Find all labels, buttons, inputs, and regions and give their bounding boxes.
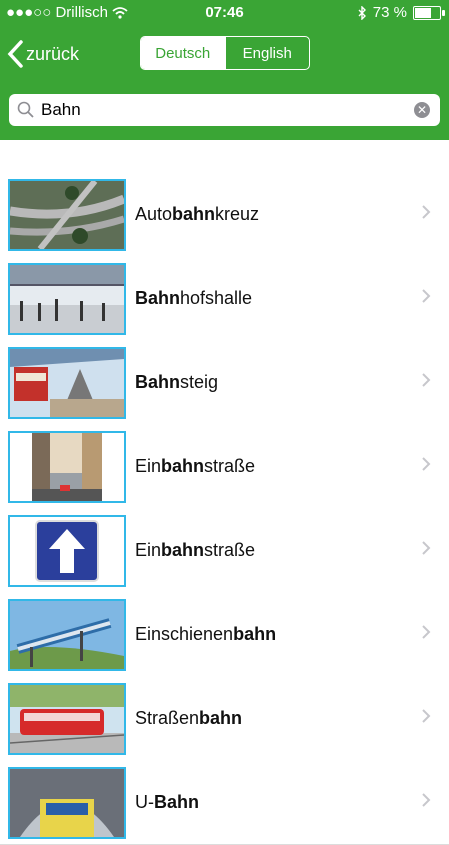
list-item[interactable]: Ein bahn straße <box>0 424 449 509</box>
thumbnail-image <box>8 599 126 671</box>
row-label: Einschienen bahn <box>135 623 277 644</box>
row-label: Bahn steig <box>135 371 219 392</box>
list-item[interactable]: U- Bahn <box>0 760 449 845</box>
chevron-right-icon <box>422 289 431 303</box>
language-segmented-control: Deutsch English <box>140 36 310 70</box>
bluetooth-icon <box>358 5 366 20</box>
chevron-right-icon <box>422 457 431 471</box>
search-input[interactable] <box>41 94 401 126</box>
chevron-right-icon <box>422 625 431 639</box>
thumbnail-image <box>8 179 126 251</box>
chevron-left-icon <box>7 40 23 68</box>
list-item[interactable]: Straßen bahn <box>0 676 449 761</box>
search-bar: ✕ <box>9 94 440 126</box>
list-item[interactable]: Bahn steig <box>0 340 449 425</box>
chevron-right-icon <box>422 793 431 807</box>
thumbnail-image <box>8 263 126 335</box>
search-icon <box>17 101 34 118</box>
segment-english[interactable]: English <box>224 37 310 69</box>
list-item[interactable]: Ein bahn straße <box>0 508 449 593</box>
battery-percent: 73 % <box>372 4 407 21</box>
row-label: Straßen bahn <box>135 707 243 728</box>
row-label: U- Bahn <box>135 791 199 812</box>
chevron-right-icon <box>422 205 431 219</box>
list-item[interactable]: Bahn hofshalle <box>0 256 449 341</box>
thumbnail-image <box>8 431 126 503</box>
status-right: 73 % <box>357 4 445 21</box>
row-label: Ein bahn straße <box>135 539 256 560</box>
thumbnail-image <box>8 767 126 839</box>
thumbnail-image <box>8 515 126 587</box>
chevron-right-icon <box>422 373 431 387</box>
back-button[interactable]: zurück <box>6 36 79 72</box>
chevron-right-icon <box>422 541 431 555</box>
row-label: Auto bahn kreuz <box>135 203 260 224</box>
segment-deutsch[interactable]: Deutsch <box>141 37 225 69</box>
status-bar: ●●●○○ Drillisch 07:46 73 % <box>0 0 449 26</box>
thumbnail-image <box>8 347 126 419</box>
row-label: Ein bahn straße <box>135 455 256 476</box>
navigation-bar: ●●●○○ Drillisch 07:46 73 % zurück Deutsc… <box>0 0 449 140</box>
list-item[interactable]: Auto bahn kreuz <box>0 172 449 257</box>
row-label: Bahn hofshalle <box>135 287 253 308</box>
chevron-right-icon <box>422 709 431 723</box>
list-item[interactable]: Einschienen bahn <box>0 592 449 677</box>
battery-icon <box>413 5 445 20</box>
clear-icon[interactable]: ✕ <box>414 102 430 118</box>
thumbnail-image <box>8 683 126 755</box>
back-label: zurück <box>26 43 80 64</box>
